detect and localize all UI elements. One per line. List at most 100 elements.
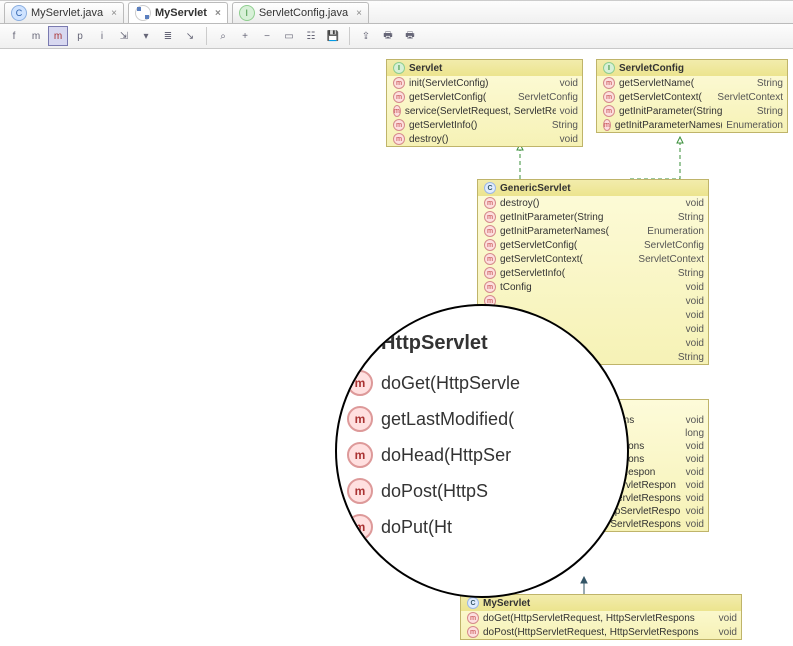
member-row[interactable]: mgetServletContext(ServletContext <box>478 252 708 266</box>
info-icon[interactable]: i <box>92 26 112 46</box>
return-type: void <box>686 454 704 465</box>
node-servletconfig[interactable]: IServletConfig mgetServletName(Stringmge… <box>596 59 788 133</box>
lens-member-name: doPut(Ht <box>381 517 452 538</box>
member-row[interactable]: mgetServletInfo()String <box>387 118 582 132</box>
member-row[interactable]: mgetInitParameter(StringString <box>478 210 708 224</box>
interface-icon: I <box>239 5 255 21</box>
method-icon: m <box>484 267 496 279</box>
return-type: void <box>560 78 578 89</box>
member-row[interactable]: mservice(ServletRequest, ServletResponsv… <box>387 104 582 118</box>
return-type: String <box>678 352 704 363</box>
lens-member-name: doHead(HttpSer <box>381 445 511 466</box>
field-icon[interactable]: f <box>4 26 24 46</box>
property-icon[interactable]: p <box>70 26 90 46</box>
export-icon[interactable]: ⇪ <box>356 26 376 46</box>
member-name: tConfig <box>500 282 532 293</box>
close-icon[interactable]: × <box>111 8 117 19</box>
member-row[interactable]: mtConfigvoid <box>478 280 708 294</box>
lens-member-row: mdoPost(HttpS <box>347 478 520 504</box>
method-icon: m <box>603 119 611 131</box>
method-icon: m <box>484 253 496 265</box>
member-row[interactable]: minit(ServletConfig)void <box>387 76 582 90</box>
lens-member-name: doGet(HttpServle <box>381 373 520 394</box>
return-type: void <box>686 467 704 478</box>
member-row[interactable]: m getServletConfig( ServletConfig <box>387 90 582 104</box>
method-icon: m <box>603 77 615 89</box>
sort-icon[interactable]: ≣ <box>158 26 178 46</box>
tab-servletconfig-java[interactable]: I ServletConfig.java × <box>232 2 369 23</box>
return-type: ServletContext <box>638 254 704 265</box>
separator <box>206 27 207 45</box>
editor-tabbar: C MyServlet.java × MyServlet × I Servlet… <box>0 1 793 24</box>
tab-label: MyServlet.java <box>31 7 103 19</box>
member-row[interactable]: mgetServletContext(ServletContext <box>597 90 787 104</box>
node-title: MyServlet <box>483 598 530 609</box>
method-icon: m <box>347 514 373 540</box>
zoom-actual-icon[interactable]: ⌕ <box>213 26 233 46</box>
return-type: ServletConfig <box>644 240 704 251</box>
member-name: getServletConfig( <box>409 92 486 103</box>
member-row[interactable]: m doGet(HttpServletRequest, HttpServletRe… <box>461 611 741 625</box>
node-myservlet[interactable]: CMyServlet mdoGet(HttpServletRequest, Ht… <box>460 594 742 640</box>
class-icon: C <box>11 5 27 21</box>
member-name: getServletName( <box>619 78 694 89</box>
node-title: ServletConfig <box>619 63 684 74</box>
print-icon[interactable]: 🖶 <box>378 26 398 46</box>
return-type: String <box>552 120 578 131</box>
member-row[interactable]: mgetServletConfig(ServletConfig <box>478 238 708 252</box>
member-row[interactable]: mgetServletName(String <box>597 76 787 90</box>
layout-icon[interactable]: ☷ <box>301 26 321 46</box>
method-icon: m <box>393 91 405 103</box>
fit-icon[interactable]: ▭ <box>279 26 299 46</box>
lens-member-name: getLastModified( <box>381 409 514 430</box>
class-icon: C <box>484 182 496 194</box>
close-icon[interactable]: × <box>356 8 362 19</box>
print-preview-icon[interactable]: 🖶 <box>400 26 420 46</box>
return-type: Enumeration <box>726 120 783 131</box>
zoom-in-icon[interactable]: + <box>235 26 255 46</box>
method-icon: m <box>467 612 479 624</box>
return-type: ServletConfig <box>518 92 578 103</box>
method-icon: m <box>347 442 373 468</box>
return-type: void <box>686 415 704 426</box>
member-row[interactable]: mgetInitParameter(StringString <box>597 104 787 118</box>
member-row[interactable]: m getServletInfo( String <box>478 266 708 280</box>
member-row[interactable]: mvoid <box>478 294 708 308</box>
member-row[interactable]: t, ServletResponsvoid <box>596 518 708 531</box>
tab-myservlet-diagram[interactable]: MyServlet × <box>128 2 228 23</box>
method-icon: m <box>484 197 496 209</box>
return-type: void <box>719 613 737 624</box>
tab-myservlet-java[interactable]: C MyServlet.java × <box>4 2 124 23</box>
member-name: destroy() <box>500 198 539 209</box>
node-servlet[interactable]: IServlet minit(ServletConfig)voidmgetSer… <box>386 59 583 147</box>
member-name: getServletInfo( <box>500 268 565 279</box>
tab-label: MyServlet <box>155 7 207 19</box>
zoom-out-icon[interactable]: − <box>257 26 277 46</box>
return-type: String <box>678 268 704 279</box>
class-icon: C <box>347 330 373 356</box>
dependency-icon[interactable]: ⇲ <box>114 26 134 46</box>
method-icon: m <box>484 225 496 237</box>
method-icon: m <box>467 626 479 638</box>
method-icon: m <box>393 105 401 117</box>
member-name: destroy() <box>409 134 448 145</box>
member-row[interactable]: mgetInitParameterNames(Enumeration <box>597 118 787 132</box>
member-name: getServletContext( <box>619 92 702 103</box>
return-type: ServletContext <box>717 92 783 103</box>
diagram-toolbar: fmmpi⇲▾≣↘ ⌕+−▭☷💾 ⇪🖶🖶 <box>0 24 793 49</box>
node-title: Servlet <box>409 63 442 74</box>
member-row[interactable]: mdestroy()void <box>387 132 582 146</box>
method-icon[interactable]: m <box>26 26 46 46</box>
method-active-icon[interactable]: m <box>48 26 68 46</box>
member-row[interactable]: mdestroy()void <box>478 196 708 210</box>
save-icon[interactable]: 💾 <box>323 26 343 46</box>
return-type: String <box>678 212 704 223</box>
member-row[interactable]: mgetInitParameterNames(Enumeration <box>478 224 708 238</box>
return-type: void <box>686 519 704 530</box>
member-row[interactable]: mdoPost(HttpServletRequest, HttpServletR… <box>461 625 741 639</box>
close-icon[interactable]: × <box>215 8 221 19</box>
filter-icon[interactable]: ▾ <box>136 26 156 46</box>
member-name: doGet(HttpServletRequest, HttpServletRes… <box>483 613 695 624</box>
edge-icon[interactable]: ↘ <box>180 26 200 46</box>
diagram-canvas[interactable]: IServlet minit(ServletConfig)voidmgetSer… <box>0 49 793 646</box>
